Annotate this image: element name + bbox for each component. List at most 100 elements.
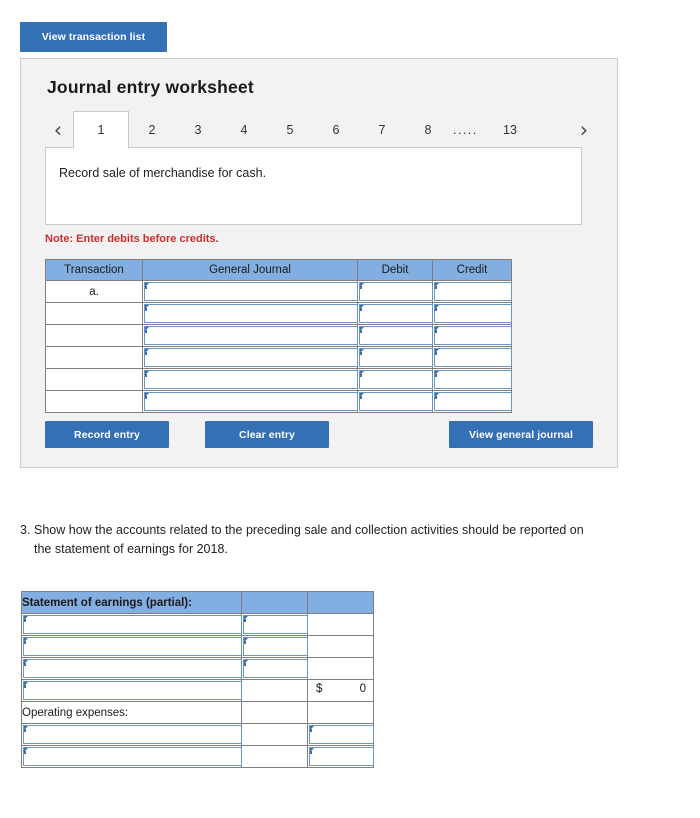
tab-8-label: 8 bbox=[424, 122, 432, 137]
cell-general-journal-5[interactable] bbox=[142, 368, 358, 391]
soe-amount-input-3[interactable] bbox=[243, 659, 308, 678]
general-journal-input-4[interactable] bbox=[144, 348, 358, 367]
transaction-description-text: Record sale of merchandise for cash. bbox=[59, 166, 267, 180]
soe-header-col2 bbox=[241, 591, 308, 614]
soe-cell-label-3[interactable] bbox=[21, 657, 242, 680]
tab-4-label: 4 bbox=[240, 122, 248, 137]
general-journal-input-5[interactable] bbox=[144, 370, 358, 389]
cell-credit-3[interactable] bbox=[432, 324, 512, 347]
tab-3[interactable]: 3 bbox=[175, 111, 221, 148]
tab-8[interactable]: 8 bbox=[405, 111, 451, 148]
credit-input-1[interactable] bbox=[434, 282, 512, 301]
cell-credit-4[interactable] bbox=[432, 346, 512, 369]
cell-general-journal-4[interactable] bbox=[142, 346, 358, 369]
debit-input-4[interactable] bbox=[359, 348, 433, 367]
tab-2[interactable]: 2 bbox=[129, 111, 175, 148]
table-row: Statement of earnings (partial): bbox=[21, 591, 374, 614]
cell-debit-2[interactable] bbox=[357, 302, 433, 325]
soe-total-input-6[interactable] bbox=[309, 725, 374, 744]
debit-input-5[interactable] bbox=[359, 370, 433, 389]
cell-transaction-3 bbox=[45, 324, 143, 347]
tab-1[interactable]: 1 bbox=[73, 111, 129, 149]
tab-3-label: 3 bbox=[194, 122, 202, 137]
cell-credit-6[interactable] bbox=[432, 390, 512, 413]
soe-label-input-4[interactable] bbox=[23, 681, 242, 700]
soe-header-label: Statement of earnings (partial): bbox=[21, 591, 242, 614]
soe-cell-label-4[interactable] bbox=[21, 679, 242, 702]
soe-cell-total-6[interactable] bbox=[307, 723, 374, 746]
soe-cell-label-6[interactable] bbox=[21, 723, 242, 746]
clear-entry-button[interactable]: Clear entry bbox=[205, 421, 329, 448]
debits-before-credits-note: Note: Enter debits before credits. bbox=[45, 233, 219, 245]
table-row bbox=[45, 390, 512, 413]
gross-profit-value: 0 bbox=[359, 683, 366, 695]
debit-input-6[interactable] bbox=[359, 392, 433, 411]
credit-input-5[interactable] bbox=[434, 370, 512, 389]
soe-cell-total-7[interactable] bbox=[307, 745, 374, 768]
general-journal-input-3[interactable] bbox=[144, 326, 358, 345]
table-row: a. bbox=[45, 280, 512, 303]
tab-7[interactable]: 7 bbox=[359, 111, 405, 148]
cell-transaction-6 bbox=[45, 390, 143, 413]
chevron-right-icon[interactable]: › bbox=[571, 111, 597, 148]
page-title: Journal entry worksheet bbox=[47, 77, 254, 97]
general-journal-input-6[interactable] bbox=[144, 392, 358, 411]
credit-input-3[interactable] bbox=[434, 326, 512, 345]
table-row bbox=[21, 745, 374, 768]
debit-input-3[interactable] bbox=[359, 326, 433, 345]
transaction-description-box: Record sale of merchandise for cash. bbox=[45, 147, 582, 225]
cell-debit-4[interactable] bbox=[357, 346, 433, 369]
view-general-journal-button[interactable]: View general journal bbox=[449, 421, 593, 448]
debit-input-1[interactable] bbox=[359, 282, 433, 301]
cell-debit-1[interactable] bbox=[357, 280, 433, 303]
worksheet-tab-strip: ‹ 1 2 3 4 5 6 7 8 ..... 13 › bbox=[45, 111, 597, 149]
general-journal-input-2[interactable] bbox=[144, 304, 358, 323]
soe-label-input-7[interactable] bbox=[23, 747, 242, 766]
cell-general-journal-3[interactable] bbox=[142, 324, 358, 347]
cell-debit-6[interactable] bbox=[357, 390, 433, 413]
cell-credit-1[interactable] bbox=[432, 280, 512, 303]
soe-cell-label-2[interactable] bbox=[21, 635, 242, 658]
credit-input-6[interactable] bbox=[434, 392, 512, 411]
soe-label-input-6[interactable] bbox=[23, 725, 242, 744]
soe-cell-label-7[interactable] bbox=[21, 745, 242, 768]
soe-total-input-7[interactable] bbox=[309, 747, 374, 766]
tab-13[interactable]: 13 bbox=[487, 111, 533, 148]
tab-6-label: 6 bbox=[332, 122, 340, 137]
view-transaction-list-button[interactable]: View transaction list bbox=[20, 22, 167, 52]
cell-credit-2[interactable] bbox=[432, 302, 512, 325]
question-3: 3. Show how the accounts related to the … bbox=[20, 521, 600, 559]
general-journal-input-1[interactable] bbox=[144, 282, 358, 301]
soe-label-input-2[interactable] bbox=[23, 637, 242, 656]
cell-debit-3[interactable] bbox=[357, 324, 433, 347]
soe-cell-amount-7 bbox=[241, 745, 308, 768]
soe-cell-amount-6 bbox=[241, 723, 308, 746]
soe-cell-label-1[interactable] bbox=[21, 613, 242, 636]
tab-ellipsis: ..... bbox=[453, 122, 478, 137]
chevron-left-icon[interactable]: ‹ bbox=[45, 111, 71, 148]
soe-label-input-3[interactable] bbox=[23, 659, 242, 678]
question-3-number: 3. bbox=[20, 523, 31, 537]
record-entry-button[interactable]: Record entry bbox=[45, 421, 169, 448]
cell-general-journal-2[interactable] bbox=[142, 302, 358, 325]
soe-label-input-1[interactable] bbox=[23, 615, 242, 634]
table-row bbox=[45, 368, 512, 391]
credit-input-4[interactable] bbox=[434, 348, 512, 367]
soe-amount-input-1[interactable] bbox=[243, 615, 308, 634]
soe-amount-input-2[interactable] bbox=[243, 637, 308, 656]
cell-credit-5[interactable] bbox=[432, 368, 512, 391]
cell-debit-5[interactable] bbox=[357, 368, 433, 391]
cell-general-journal-6[interactable] bbox=[142, 390, 358, 413]
tab-6[interactable]: 6 bbox=[313, 111, 359, 148]
soe-cell-amount-2[interactable] bbox=[241, 635, 308, 658]
debit-input-2[interactable] bbox=[359, 304, 433, 323]
tab-4[interactable]: 4 bbox=[221, 111, 267, 148]
soe-cell-amount-5 bbox=[241, 701, 308, 724]
cell-general-journal-1[interactable] bbox=[142, 280, 358, 303]
tab-5[interactable]: 5 bbox=[267, 111, 313, 148]
soe-cell-amount-1[interactable] bbox=[241, 613, 308, 636]
column-header-transaction: Transaction bbox=[45, 259, 143, 281]
soe-cell-amount-3[interactable] bbox=[241, 657, 308, 680]
table-row bbox=[21, 635, 374, 658]
credit-input-2[interactable] bbox=[434, 304, 512, 323]
